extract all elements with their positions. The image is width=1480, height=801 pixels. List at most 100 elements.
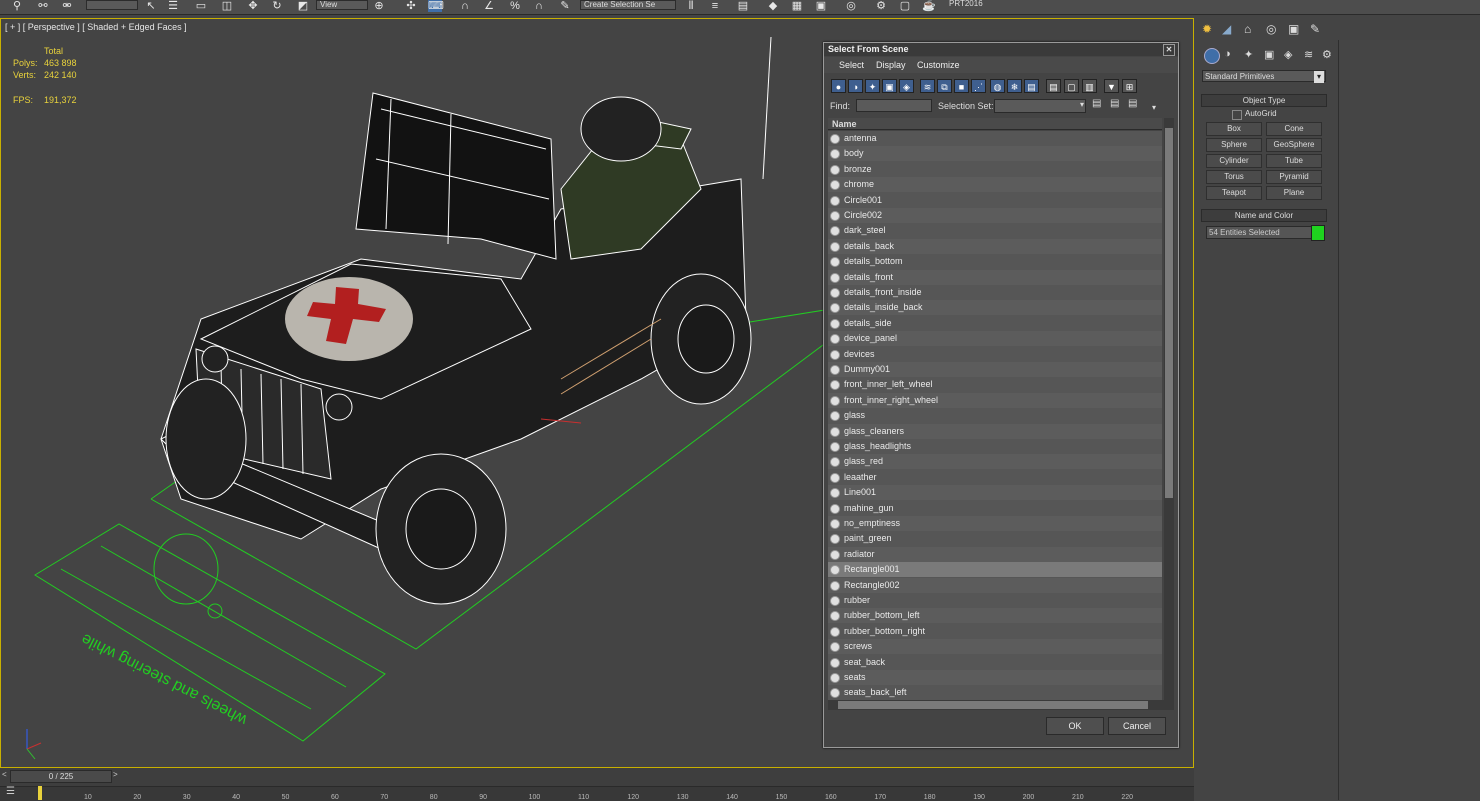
- list-item[interactable]: paint_green: [828, 531, 1162, 546]
- list-item[interactable]: Rectangle001: [828, 562, 1162, 578]
- plane-button[interactable]: Plane: [1266, 186, 1322, 200]
- rendered-frame-window-icon[interactable]: ▢: [898, 0, 912, 12]
- link-icon[interactable]: ⚲: [10, 0, 24, 12]
- horizontal-scrollbar[interactable]: [828, 700, 1174, 710]
- list-item[interactable]: details_back: [828, 238, 1162, 254]
- primitive-category-dropdown[interactable]: Standard Primitives ▾: [1202, 70, 1326, 83]
- list-item[interactable]: rubber_bottom_left: [828, 608, 1162, 624]
- list-item[interactable]: glass: [828, 408, 1162, 423]
- list-item[interactable]: chrome: [828, 177, 1162, 193]
- close-icon[interactable]: ✕: [1163, 44, 1175, 56]
- vertical-scrollbar-thumb[interactable]: [1165, 128, 1173, 498]
- mirror-icon[interactable]: ⫴: [684, 0, 698, 12]
- select-none-icon[interactable]: ▢: [1064, 79, 1079, 93]
- display-shapes-icon[interactable]: ◑: [848, 79, 863, 93]
- display-spacewarps-icon[interactable]: ≋: [920, 79, 935, 93]
- select-all-icon[interactable]: ▤: [1046, 79, 1061, 93]
- layer-manager-icon[interactable]: ▤: [736, 0, 750, 12]
- tube-button[interactable]: Tube: [1266, 154, 1322, 168]
- list-item[interactable]: rubber_bottom_right: [828, 624, 1162, 639]
- cone-button[interactable]: Cone: [1266, 122, 1322, 136]
- create-tab-icon[interactable]: ✹: [1202, 22, 1212, 36]
- name-color-rollout-header[interactable]: Name and Color: [1201, 209, 1327, 222]
- display-frozen-icon[interactable]: ❄: [1007, 79, 1022, 93]
- list-item[interactable]: front_inner_right_wheel: [828, 392, 1162, 408]
- list-item[interactable]: bronze: [828, 162, 1162, 177]
- display-hidden-icon[interactable]: ▤: [1024, 79, 1039, 93]
- curve-editor-icon[interactable]: ▦: [790, 0, 804, 12]
- select-object-icon[interactable]: ↖: [144, 0, 158, 12]
- sphere-button[interactable]: Sphere: [1206, 138, 1262, 152]
- schematic-view-icon[interactable]: ▣: [814, 0, 828, 12]
- mini-curve-editor-icon[interactable]: ☰: [6, 786, 15, 797]
- list-item[interactable]: dark_steel: [828, 223, 1162, 238]
- list-item[interactable]: details_front: [828, 269, 1162, 285]
- list-item[interactable]: glass_cleaners: [828, 423, 1162, 439]
- display-tab-icon[interactable]: ▣: [1288, 22, 1299, 36]
- helpers-category-icon[interactable]: ◈: [1284, 48, 1292, 61]
- keyboard-shortcut-override-icon[interactable]: ⌨: [428, 0, 444, 12]
- list-item[interactable]: screws: [828, 639, 1162, 655]
- window-crossing-icon[interactable]: ◫: [220, 0, 234, 12]
- list-item[interactable]: details_inside_back: [828, 300, 1162, 316]
- list-item[interactable]: body: [828, 146, 1162, 162]
- object-color-swatch[interactable]: [1311, 225, 1325, 241]
- box-button[interactable]: Box: [1206, 122, 1262, 136]
- list-item[interactable]: no_emptiness: [828, 516, 1162, 531]
- display-containers-icon[interactable]: ◍: [990, 79, 1005, 93]
- list-item[interactable]: Circle002: [828, 208, 1162, 223]
- timeslider-prev-icon[interactable]: <: [2, 770, 7, 779]
- selection-set-remove-icon[interactable]: ▤: [1110, 98, 1122, 110]
- list-item[interactable]: leaather: [828, 470, 1162, 485]
- modify-tab-icon[interactable]: ◢: [1222, 22, 1231, 36]
- find-input[interactable]: [856, 99, 932, 112]
- selection-set-add-icon[interactable]: ▤: [1092, 98, 1104, 110]
- list-item[interactable]: Circle001: [828, 193, 1162, 208]
- shapes-category-icon[interactable]: ◑: [1224, 48, 1231, 60]
- graphite-ribbon-icon[interactable]: ◆: [766, 0, 780, 12]
- select-manipulate-icon[interactable]: ✣: [404, 0, 418, 12]
- display-bones-icon[interactable]: ⋰: [971, 79, 986, 93]
- cameras-category-icon[interactable]: ▣: [1264, 48, 1274, 61]
- geometry-category-icon[interactable]: [1204, 48, 1220, 64]
- rectangular-selection-icon[interactable]: ▭: [194, 0, 208, 12]
- list-item[interactable]: Rectangle002: [828, 577, 1162, 593]
- list-item[interactable]: details_front_inside: [828, 285, 1162, 300]
- select-by-name-icon[interactable]: ☰: [166, 0, 180, 12]
- cylinder-button[interactable]: Cylinder: [1206, 154, 1262, 168]
- torus-button[interactable]: Torus: [1206, 170, 1262, 184]
- horizontal-scrollbar-thumb[interactable]: [838, 701, 1148, 709]
- unlink-icon[interactable]: ⚯: [36, 0, 50, 12]
- list-item[interactable]: Line001: [828, 485, 1162, 501]
- pyramid-button[interactable]: Pyramid: [1266, 170, 1322, 184]
- menu-customize[interactable]: Customize: [917, 60, 960, 70]
- spacewarps-category-icon[interactable]: ≋: [1304, 48, 1313, 61]
- geosphere-button[interactable]: GeoSphere: [1266, 138, 1322, 152]
- selection-set-edit-icon[interactable]: ▤: [1128, 98, 1140, 110]
- render-production-icon[interactable]: ☕: [922, 0, 936, 12]
- column-header-name[interactable]: Name: [828, 118, 1162, 130]
- display-geometry-icon[interactable]: ●: [831, 79, 846, 93]
- dialog-titlebar[interactable]: Select From Scene ✕: [824, 43, 1178, 56]
- named-selection-set-dropdown[interactable]: Create Selection Se: [580, 0, 676, 10]
- edit-named-selection-icon[interactable]: ✎: [558, 0, 572, 12]
- ok-button[interactable]: OK: [1046, 717, 1104, 735]
- list-item[interactable]: mahine_gun: [828, 501, 1162, 516]
- display-xrefs-icon[interactable]: ■: [954, 79, 969, 93]
- snaps-toggle-icon[interactable]: ∩: [458, 0, 472, 12]
- systems-category-icon[interactable]: ⚙: [1322, 48, 1332, 61]
- object-name-field[interactable]: [1206, 226, 1312, 239]
- list-item[interactable]: front_inner_left_wheel: [828, 377, 1162, 392]
- filter-icon[interactable]: ▼: [1104, 79, 1119, 93]
- list-item[interactable]: glass_headlights: [828, 439, 1162, 454]
- select-invert-icon[interactable]: ▥: [1082, 79, 1097, 93]
- list-item[interactable]: radiator: [828, 546, 1162, 562]
- display-helpers-icon[interactable]: ◈: [899, 79, 914, 93]
- display-lights-icon[interactable]: ✦: [865, 79, 880, 93]
- list-item[interactable]: devices: [828, 347, 1162, 362]
- bind-spacewarp-icon[interactable]: ⚮: [60, 0, 74, 12]
- selection-filter-dropdown[interactable]: [86, 0, 138, 10]
- menu-display[interactable]: Display: [876, 60, 906, 70]
- object-type-rollout-header[interactable]: Object Type: [1201, 94, 1327, 107]
- material-editor-icon[interactable]: ◎: [844, 0, 858, 12]
